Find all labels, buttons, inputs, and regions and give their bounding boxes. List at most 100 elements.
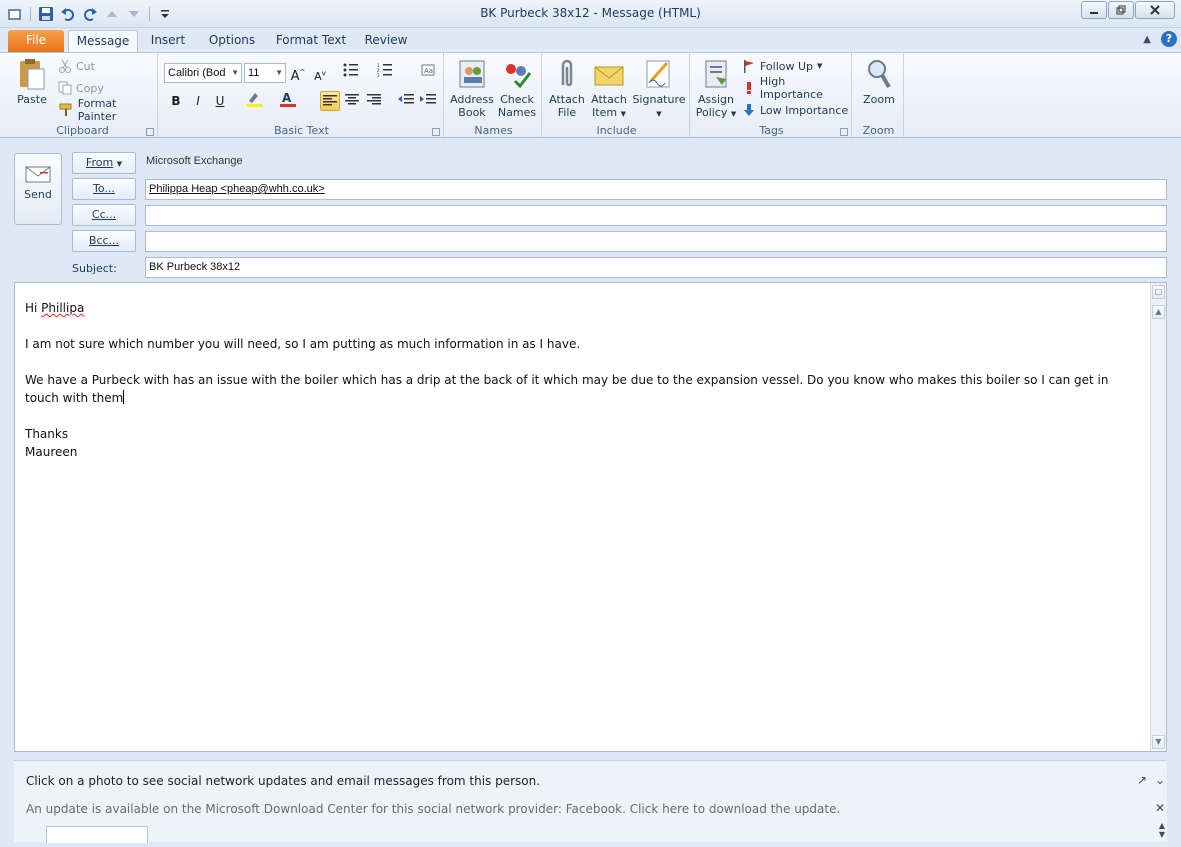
copy-button[interactable]: Copy [58, 79, 104, 97]
tags-dialog-launcher[interactable] [840, 128, 848, 136]
check-names-label-2: Names [497, 106, 537, 119]
address-book-label-1: Address [450, 93, 494, 106]
cc-button[interactable]: Cc... [72, 204, 136, 226]
basic-text-group-label: Basic Text [274, 124, 329, 137]
low-importance-button[interactable]: Low Importance [742, 101, 848, 119]
ruler-toggle-icon[interactable]: □ [1152, 285, 1165, 299]
bcc-field[interactable] [145, 231, 1167, 252]
include-group: Attach File Attach Item ▼ Signature ▼ In… [544, 53, 690, 139]
ribbon-tabs: File Message Insert Options Format Text … [0, 28, 1181, 52]
message-body-editor[interactable]: Hi Phillipa I am not sure which number y… [14, 282, 1167, 752]
bcc-button[interactable]: Bcc... [72, 230, 136, 252]
align-center-icon [345, 94, 359, 105]
clipboard-dialog-launcher[interactable] [146, 128, 154, 136]
help-icon[interactable]: ? [1161, 31, 1177, 47]
paste-icon [20, 59, 45, 90]
tags-group: Assign Policy ▼ Follow Up ▼ High Importa… [692, 53, 852, 139]
minimize-button[interactable] [1081, 1, 1107, 19]
restore-button[interactable] [1108, 1, 1134, 19]
address-book-button[interactable]: Address Book [450, 57, 494, 119]
text-highlight-button[interactable] [244, 91, 264, 111]
close-button[interactable] [1135, 1, 1175, 19]
signature-button[interactable]: Signature ▼ [632, 57, 686, 121]
tab-file[interactable]: File [8, 30, 64, 52]
underline-button[interactable]: U [210, 91, 230, 111]
assign-policy-button[interactable]: Assign Policy ▼ [694, 57, 738, 121]
subject-label: Subject: [72, 262, 117, 275]
zoom-button[interactable]: Zoom [858, 57, 900, 106]
check-names-button[interactable]: Check Names [496, 57, 538, 119]
align-left-button[interactable] [320, 91, 340, 111]
scroll-up-arrow[interactable]: ▲ [1152, 305, 1165, 319]
zoom-group-label: Zoom [862, 124, 895, 137]
attach-file-button[interactable]: Attach File [546, 57, 588, 119]
tab-insert[interactable]: Insert [144, 30, 192, 52]
decrease-indent-button[interactable] [396, 91, 416, 111]
cc-field[interactable] [145, 205, 1167, 226]
message-body-text[interactable]: Hi Phillipa I am not sure which number y… [25, 299, 1135, 461]
grow-font-button[interactable]: A^ [288, 63, 308, 84]
tab-options[interactable]: Options [202, 30, 262, 52]
body-paragraph-1: I am not sure which number you will need… [25, 337, 581, 351]
increase-indent-button[interactable] [418, 91, 438, 111]
people-pane-tab[interactable] [46, 826, 148, 843]
align-right-button[interactable] [364, 91, 384, 111]
check-names-label-1: Check [500, 93, 534, 106]
zoom-label: Zoom [863, 93, 895, 106]
signature-label: Signature [632, 93, 686, 106]
close-notice-icon[interactable]: ✕ [1155, 801, 1165, 815]
message-header: Send From ▼ Microsoft Exchange To... Phi… [0, 139, 1181, 279]
scroll-down-arrow[interactable]: ▼ [1152, 735, 1165, 749]
bullets-button[interactable] [342, 63, 362, 83]
tab-message[interactable]: Message [68, 30, 138, 52]
down-arrow-icon [744, 104, 754, 116]
font-name-combo[interactable]: Calibri (Bod ▼ [164, 63, 242, 83]
closing-line: Thanks [25, 427, 69, 441]
ribbon: Paste Cut Copy Format Painter Clipboard … [0, 52, 1181, 139]
align-center-button[interactable] [342, 91, 362, 111]
scroll-updown-icon[interactable]: ▲ ▼ [1159, 821, 1165, 839]
font-name-value: Calibri (Bod [168, 67, 226, 79]
font-size-combo[interactable]: 11 ▼ [244, 63, 286, 83]
follow-up-button[interactable]: Follow Up ▼ [742, 57, 822, 75]
to-field[interactable]: Philippa Heap <pheap@whh.co.uk> [145, 179, 1167, 200]
format-painter-icon [59, 103, 72, 116]
shrink-font-button[interactable]: Av [310, 63, 330, 83]
subject-field[interactable]: BK Purbeck 38x12 [145, 257, 1167, 278]
tab-format-text[interactable]: Format Text [272, 30, 350, 52]
address-book-label-2: Book [458, 106, 486, 119]
from-button[interactable]: From ▼ [72, 152, 136, 174]
body-vertical-scrollbar[interactable]: □ ▲ ▼ [1150, 283, 1166, 751]
magnifier-icon [868, 60, 891, 89]
signature-icon [646, 60, 670, 88]
greeting-name-misspelled[interactable]: Phillipa [41, 301, 84, 315]
expand-pane-icon[interactable]: ↗ [1137, 773, 1147, 787]
tab-review[interactable]: Review [360, 30, 412, 52]
copy-label: Copy [76, 81, 104, 95]
cut-button[interactable]: Cut [58, 57, 95, 75]
to-recipient[interactable]: Philippa Heap <pheap@whh.co.uk> [149, 183, 325, 195]
bold-button[interactable]: B [166, 91, 186, 111]
font-color-icon: A [280, 91, 296, 107]
clear-formatting-button[interactable]: Aa [418, 63, 438, 83]
paste-button[interactable]: Paste [12, 57, 52, 106]
align-left-icon [323, 95, 337, 106]
send-button[interactable]: Send [14, 153, 62, 225]
exclamation-icon [747, 82, 751, 94]
to-button[interactable]: To... [72, 178, 136, 200]
basic-text-dialog-launcher[interactable] [432, 128, 440, 136]
attach-item-button[interactable]: Attach Item ▼ [588, 57, 630, 121]
update-notice-link[interactable]: An update is available on the Microsoft … [26, 802, 840, 816]
assign-policy-icon [705, 60, 727, 88]
flag-icon [744, 60, 754, 73]
font-size-value: 11 [248, 67, 260, 79]
format-painter-button[interactable]: Format Painter [58, 97, 157, 123]
font-color-button[interactable]: A [278, 91, 298, 111]
italic-button[interactable]: I [188, 91, 208, 111]
attach-item-label-2: Item [592, 106, 618, 119]
minimize-ribbon-icon[interactable]: ▲ [1143, 34, 1151, 45]
restore-icon [1116, 5, 1126, 15]
numbering-button[interactable]: 123 [376, 63, 396, 83]
high-importance-button[interactable]: High Importance [742, 75, 851, 101]
chevron-down-icon[interactable]: ⌄ [1155, 773, 1165, 787]
